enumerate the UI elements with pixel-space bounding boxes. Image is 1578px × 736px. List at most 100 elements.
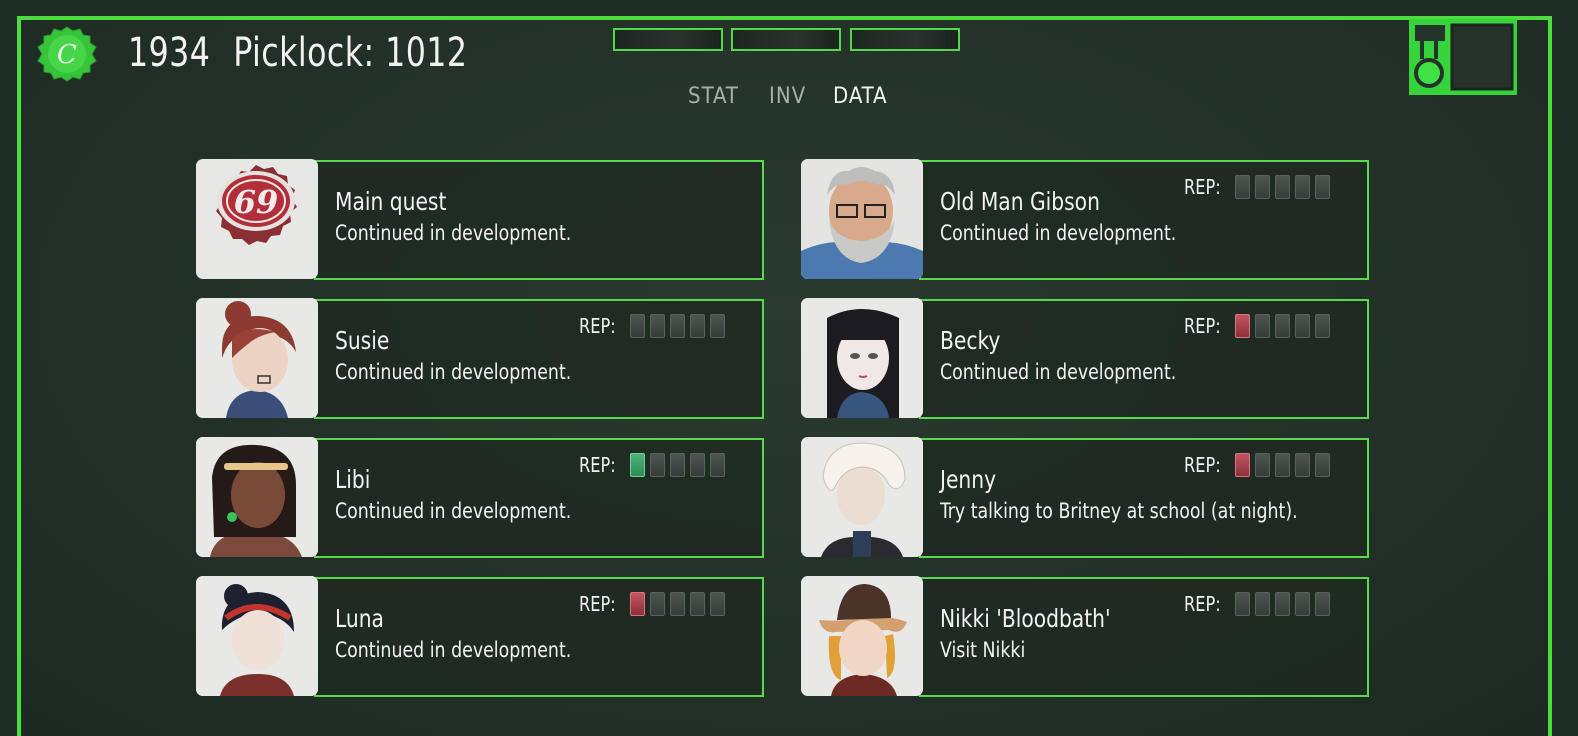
card-description: Continued in development. bbox=[940, 221, 1177, 245]
card-name: Libi bbox=[335, 465, 371, 494]
quest-card[interactable]: Luna Continued in development. REP: bbox=[196, 576, 764, 697]
rep-segment bbox=[1235, 592, 1250, 616]
quest-card[interactable]: Jenny Try talking to Britney at school (a… bbox=[801, 437, 1369, 558]
rep-segment bbox=[630, 453, 645, 477]
rep-segment bbox=[1275, 453, 1290, 477]
quest-card[interactable]: 69 Main quest Continued in development. bbox=[196, 159, 764, 280]
rep-label: REP: bbox=[1184, 592, 1221, 616]
card-name: Nikki 'Bloodbath' bbox=[940, 604, 1111, 633]
becky-portrait bbox=[801, 298, 923, 418]
rep-segment bbox=[690, 453, 705, 477]
rep-segment bbox=[1315, 453, 1330, 477]
card-name: Susie bbox=[335, 326, 390, 355]
rep-segment bbox=[670, 314, 685, 338]
rep-segment bbox=[1315, 592, 1330, 616]
reputation-meter: REP: bbox=[577, 592, 730, 616]
quest-card[interactable]: Libi Continued in development. REP: bbox=[196, 437, 764, 558]
reputation-meter: REP: bbox=[577, 314, 730, 338]
card-name: Luna bbox=[335, 604, 384, 633]
quest-card[interactable]: Susie Continued in development. REP: bbox=[196, 298, 764, 419]
rep-label: REP: bbox=[579, 453, 616, 477]
picklock-value: Picklock: 1012 bbox=[233, 30, 468, 76]
top-bar-3 bbox=[850, 28, 960, 51]
quest-card[interactable]: Becky Continued in development. REP: bbox=[801, 298, 1369, 419]
rep-label: REP: bbox=[579, 592, 616, 616]
jenny-portrait bbox=[801, 437, 923, 557]
rep-segment bbox=[690, 592, 705, 616]
rep-segment bbox=[670, 592, 685, 616]
rep-segment bbox=[670, 453, 685, 477]
rep-segment bbox=[1295, 453, 1310, 477]
nikki-portrait bbox=[801, 576, 923, 696]
card-description: Visit Nikki bbox=[940, 638, 1026, 662]
rep-segment bbox=[1315, 175, 1330, 199]
reputation-meter: REP: bbox=[1182, 453, 1335, 477]
character-portrait bbox=[801, 159, 923, 279]
rep-label: REP: bbox=[1184, 175, 1221, 199]
rep-segment bbox=[630, 314, 645, 338]
card-description: Continued in development. bbox=[335, 499, 572, 523]
quest-badge-text: 69 bbox=[234, 183, 279, 221]
rep-segment bbox=[1255, 453, 1270, 477]
rep-label: REP: bbox=[579, 314, 616, 338]
tab-stat[interactable]: STAT bbox=[688, 84, 739, 109]
rep-segment bbox=[1315, 314, 1330, 338]
card-name: Jenny bbox=[940, 465, 997, 494]
rep-segment bbox=[1235, 453, 1250, 477]
rep-segment bbox=[1275, 592, 1290, 616]
year-value: 1934 bbox=[128, 30, 211, 76]
tab-data[interactable]: DATA bbox=[833, 84, 888, 109]
character-portrait bbox=[801, 437, 923, 557]
card-name: Main quest bbox=[335, 187, 447, 216]
rep-segment bbox=[650, 314, 665, 338]
rep-segment bbox=[710, 314, 725, 338]
rep-segment bbox=[690, 314, 705, 338]
reputation-meter: REP: bbox=[1182, 592, 1335, 616]
card-description: Continued in development. bbox=[940, 360, 1177, 384]
character-portrait bbox=[801, 298, 923, 418]
rep-label: REP: bbox=[1184, 314, 1221, 338]
coin-letter: C bbox=[57, 40, 77, 70]
reputation-meter: REP: bbox=[1182, 175, 1335, 199]
character-portrait: 69 bbox=[196, 159, 318, 279]
rep-segment bbox=[1295, 175, 1310, 199]
luna-portrait bbox=[196, 576, 318, 696]
susie-portrait bbox=[196, 298, 318, 418]
card-name: Old Man Gibson bbox=[940, 187, 1100, 216]
card-description: Continued in development. bbox=[335, 360, 572, 384]
gibson-portrait bbox=[801, 159, 923, 279]
character-portrait bbox=[196, 437, 318, 557]
rep-segment bbox=[630, 592, 645, 616]
reputation-meter: REP: bbox=[577, 453, 730, 477]
tab-inv[interactable]: INV bbox=[769, 84, 806, 109]
rep-segment bbox=[710, 453, 725, 477]
rep-segment bbox=[1255, 592, 1270, 616]
quest-card[interactable]: Old Man Gibson Continued in development. R… bbox=[801, 159, 1369, 280]
top-bar-2 bbox=[731, 28, 841, 51]
card-description: Continued in development. bbox=[335, 221, 572, 245]
pipboy-corner-icon[interactable] bbox=[1408, 18, 1518, 96]
character-portrait bbox=[196, 298, 318, 418]
card-description: Continued in development. bbox=[335, 638, 572, 662]
bottle-cap-coin-icon: C bbox=[37, 26, 97, 82]
rep-segment bbox=[710, 592, 725, 616]
card-frame bbox=[314, 160, 764, 280]
rep-segment bbox=[1275, 314, 1290, 338]
rep-segment bbox=[1295, 314, 1310, 338]
rep-segment bbox=[650, 453, 665, 477]
rep-segment bbox=[1235, 175, 1250, 199]
character-portrait bbox=[196, 576, 318, 696]
rep-label: REP: bbox=[1184, 453, 1221, 477]
top-bar-1 bbox=[613, 28, 723, 51]
rep-segment bbox=[650, 592, 665, 616]
stat-line: 1934 Picklock: 1012 bbox=[128, 30, 490, 76]
quest-card[interactable]: Nikki 'Bloodbath' Visit Nikki REP: bbox=[801, 576, 1369, 697]
reputation-meter: REP: bbox=[1182, 314, 1335, 338]
rep-segment bbox=[1255, 314, 1270, 338]
rep-segment bbox=[1255, 175, 1270, 199]
rep-segment bbox=[1235, 314, 1250, 338]
rep-segment bbox=[1295, 592, 1310, 616]
card-description: Try talking to Britney at school (at nig… bbox=[940, 499, 1298, 523]
rep-segment bbox=[1275, 175, 1290, 199]
character-portrait bbox=[801, 576, 923, 696]
